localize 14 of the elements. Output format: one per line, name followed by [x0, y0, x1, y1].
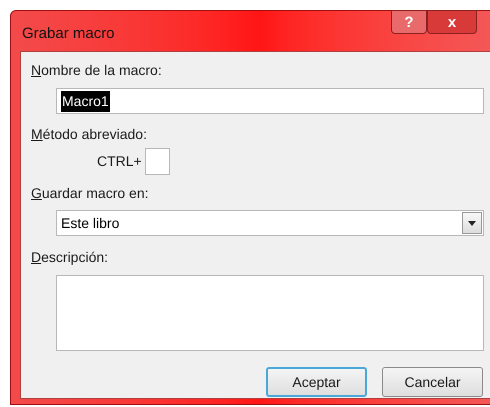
close-button[interactable]: x	[427, 10, 477, 34]
field-label: Método abreviado:	[31, 125, 148, 144]
field-label: Nombre de la macro:	[31, 61, 163, 80]
macro-name-field[interactable]: Macro1	[56, 88, 484, 114]
window-title: Grabar macro	[22, 24, 115, 44]
field-label: Guardar macro en:	[31, 184, 150, 203]
dialog-button[interactable]: Cancelar	[382, 367, 483, 397]
description-field[interactable]	[56, 275, 484, 351]
field-label: Descripción:	[31, 248, 110, 267]
field-value: Macro1	[61, 90, 110, 112]
shortcut-key-field[interactable]	[144, 148, 170, 175]
dialog-button[interactable]: Aceptar	[266, 367, 367, 397]
ctrl-label: CTRL+	[97, 152, 142, 171]
store-in-dropdown[interactable]: Este libro	[56, 210, 484, 236]
